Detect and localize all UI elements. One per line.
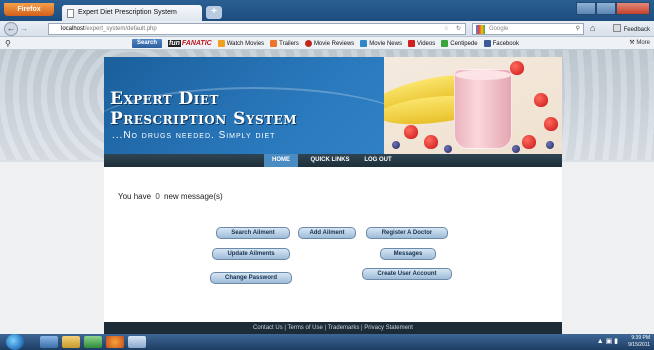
toolbar-links: fun FANATIC Watch Movies Trailers Movie R… [168,37,525,50]
reload-icon[interactable]: ↻ [456,24,461,35]
message-prefix: You have [118,192,152,201]
home-icon[interactable]: ⌂ [590,23,595,33]
minimize-button[interactable] [576,2,596,15]
internet-explorer-icon[interactable] [40,336,58,348]
site-tagline: ...No drugs needed. Simply diet [112,130,276,141]
message-notice: You have 0 new message(s) [118,192,223,201]
wrench-icon: ⚒ [629,40,635,46]
facebook-icon [483,40,491,47]
star-icon [270,40,278,47]
menu-logout-link[interactable]: LOG OUT [360,154,396,167]
site-footer: Contact Us | Terms of Use | Trademarks |… [104,322,562,334]
blueberry-shape [512,145,520,153]
banner-fruit-smoothie-image [384,57,562,154]
feedback-button[interactable]: Feedback [612,24,650,33]
taskbar-clock[interactable]: 9:39 PM 9/15/2011 [628,335,650,349]
toolbar-link-movie-news[interactable]: Movie News [360,40,402,47]
menu-quick-links-link[interactable]: QUICK LINKS [304,154,356,167]
browser-titlebar: Firefox Expert Diet Prescription System … [0,0,654,21]
strawberry-shape [424,135,438,149]
clock-time: 9:39 PM [631,335,650,341]
site-container: Expert Diet Prescription System ...No dr… [104,57,562,334]
blueberry-shape [392,141,400,149]
media-player-icon[interactable] [84,336,102,348]
feedback-label: Feedback [623,27,650,33]
firefox-taskbar-icon[interactable] [106,336,124,348]
centipede-icon [441,40,449,47]
addon-toolbar: ⚲ Search fun FANATIC Watch Movies Trailer… [0,37,654,50]
toolbar-search-button[interactable]: Search [132,39,162,48]
toolbar-link-centipede[interactable]: Centipede [441,40,478,47]
youtube-icon [407,40,415,47]
add-ailment-button[interactable]: Add Ailment [298,227,356,239]
windows-taskbar: ▲ ▣ ▮ 9:39 PM 9/15/2011 [0,334,654,350]
site-menu: HOME QUICK LINKS LOG OUT [104,154,562,167]
firefox-menu-button[interactable]: Firefox [4,3,54,16]
blueberry-shape [546,141,554,149]
window-controls [576,2,650,15]
main-content: You have 0 new message(s) Search Ailment… [104,167,562,322]
strawberry-shape [510,61,524,75]
folder-icon[interactable] [62,336,80,348]
start-button-icon[interactable] [6,334,24,350]
system-tray-icons[interactable]: ▲ ▣ ▮ [597,337,618,345]
browser-tab[interactable]: Expert Diet Prescription System [62,5,202,21]
page-margin-left [0,162,104,334]
message-suffix: new message(s) [164,192,223,201]
update-ailments-button[interactable]: Update Ailments [212,248,290,260]
close-window-button[interactable] [616,2,650,15]
tomato-icon [304,40,312,47]
feedback-icon [612,24,621,32]
back-arrow-icon[interactable]: ← [4,22,18,36]
url-path: /expert_system/default.php [84,26,157,32]
bookmark-star-icon[interactable]: ☆ [444,24,449,35]
funfanatic-logo[interactable]: fun FANATIC [168,40,212,47]
search-box[interactable]: Google ⚲ [472,23,584,35]
toolbar-link-facebook[interactable]: Facebook [483,40,519,47]
address-bar[interactable]: localhost/expert_system/default.php ☆ ↻ [48,23,466,35]
strawberry-shape [522,135,536,149]
toolbar-link-movie-reviews[interactable]: Movie Reviews [304,40,354,47]
toolbar-link-watch-movies[interactable]: Watch Movies [217,40,264,47]
strawberry-shape [534,93,548,107]
strawberry-shape [544,117,558,131]
h-icon [217,40,225,47]
toolbar-search-icon[interactable]: ⚲ [5,37,11,50]
change-password-button[interactable]: Change Password [210,272,292,284]
smoothie-glass [454,69,512,149]
strawberry-shape [404,125,418,139]
news-icon [360,40,368,47]
navigation-bar: ← → localhost/expert_system/default.php … [0,21,654,37]
maximize-button[interactable] [596,2,616,15]
menu-home-link[interactable]: HOME [264,154,298,167]
smoothie-foam [455,70,511,80]
tab-title: Expert Diet Prescription System [78,9,177,16]
url-host: localhost [61,26,85,32]
create-user-account-button[interactable]: Create User Account [362,268,452,280]
site-title-line1: Expert Diet [110,89,219,109]
clock-date: 9/15/2011 [628,342,650,348]
google-icon [476,25,485,34]
page-viewport: Expert Diet Prescription System ...No dr… [0,50,654,334]
site-title-line2: Prescription System [110,109,297,129]
page-margin-right [562,162,654,334]
toolbar-link-trailers[interactable]: Trailers [270,40,299,47]
register-doctor-button[interactable]: Register A Doctor [366,227,448,239]
messages-button[interactable]: Messages [380,248,436,260]
forward-arrow-icon[interactable]: → [20,24,30,34]
site-banner: Expert Diet Prescription System ...No dr… [104,57,562,154]
search-icon[interactable]: ⚲ [576,24,580,35]
page-icon [67,9,74,18]
window-taskbar-icon[interactable] [128,336,146,348]
toolbar-link-videos[interactable]: Videos [407,40,435,47]
new-tab-button[interactable]: + [206,6,222,19]
search-placeholder: Google [489,26,509,32]
search-ailment-button[interactable]: Search Ailment [216,227,290,239]
blueberry-shape [444,145,452,153]
toolbar-more-button[interactable]: ⚒ More [629,37,650,50]
message-count: 0 [155,192,160,201]
